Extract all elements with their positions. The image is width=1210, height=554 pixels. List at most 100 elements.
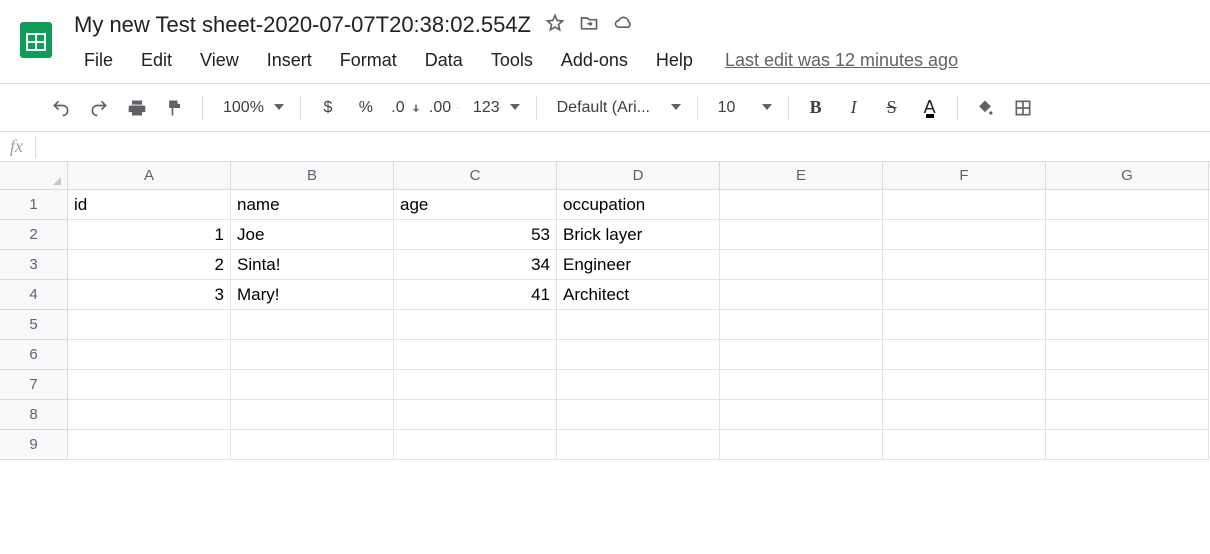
cell-A1[interactable]: id	[68, 190, 231, 220]
cell-E7[interactable]	[720, 370, 883, 400]
cell-F7[interactable]	[883, 370, 1046, 400]
row-header-7[interactable]: 7	[0, 370, 68, 400]
select-all-corner[interactable]	[0, 162, 68, 189]
cell-A6[interactable]	[68, 340, 231, 370]
cell-C6[interactable]	[394, 340, 557, 370]
formula-input[interactable]	[36, 132, 1210, 161]
cell-E9[interactable]	[720, 430, 883, 460]
percent-button[interactable]: %	[349, 91, 383, 125]
cell-D8[interactable]	[557, 400, 720, 430]
undo-button[interactable]	[44, 91, 78, 125]
cell-A2[interactable]: 1	[68, 220, 231, 250]
cell-B4[interactable]: Mary!	[231, 280, 394, 310]
cell-D3[interactable]: Engineer	[557, 250, 720, 280]
cell-C9[interactable]	[394, 430, 557, 460]
cell-E6[interactable]	[720, 340, 883, 370]
cell-C3[interactable]: 34	[394, 250, 557, 280]
cell-E5[interactable]	[720, 310, 883, 340]
last-edit-link[interactable]: Last edit was 12 minutes ago	[707, 50, 958, 71]
col-header-A[interactable]: A	[68, 162, 231, 189]
cell-B9[interactable]	[231, 430, 394, 460]
cell-G4[interactable]	[1046, 280, 1209, 310]
cell-G8[interactable]	[1046, 400, 1209, 430]
cell-B7[interactable]	[231, 370, 394, 400]
cell-B8[interactable]	[231, 400, 394, 430]
col-header-B[interactable]: B	[231, 162, 394, 189]
row-header-6[interactable]: 6	[0, 340, 68, 370]
font-dropdown[interactable]: Default (Ari...	[547, 91, 687, 125]
cell-D5[interactable]	[557, 310, 720, 340]
cell-B3[interactable]: Sinta!	[231, 250, 394, 280]
cell-B5[interactable]	[231, 310, 394, 340]
bold-button[interactable]: B	[799, 91, 833, 125]
cell-C2[interactable]: 53	[394, 220, 557, 250]
cell-E3[interactable]	[720, 250, 883, 280]
col-header-E[interactable]: E	[720, 162, 883, 189]
cell-D9[interactable]	[557, 430, 720, 460]
cell-B6[interactable]	[231, 340, 394, 370]
number-format-dropdown[interactable]: 123	[463, 91, 526, 125]
cell-E2[interactable]	[720, 220, 883, 250]
cell-F1[interactable]	[883, 190, 1046, 220]
menu-help[interactable]: Help	[642, 46, 707, 75]
text-color-button[interactable]: A	[913, 91, 947, 125]
cell-G7[interactable]	[1046, 370, 1209, 400]
cell-C4[interactable]: 41	[394, 280, 557, 310]
decrease-decimal-button[interactable]: .0	[387, 91, 421, 125]
row-header-4[interactable]: 4	[0, 280, 68, 310]
menu-file[interactable]: File	[70, 46, 127, 75]
cell-D6[interactable]	[557, 340, 720, 370]
cell-F8[interactable]	[883, 400, 1046, 430]
menu-edit[interactable]: Edit	[127, 46, 186, 75]
italic-button[interactable]: I	[837, 91, 871, 125]
currency-button[interactable]: $	[311, 91, 345, 125]
redo-button[interactable]	[82, 91, 116, 125]
cell-C1[interactable]: age	[394, 190, 557, 220]
cell-E1[interactable]	[720, 190, 883, 220]
col-header-F[interactable]: F	[883, 162, 1046, 189]
cell-E8[interactable]	[720, 400, 883, 430]
cell-C5[interactable]	[394, 310, 557, 340]
cell-A7[interactable]	[68, 370, 231, 400]
col-header-C[interactable]: C	[394, 162, 557, 189]
menu-insert[interactable]: Insert	[253, 46, 326, 75]
menu-tools[interactable]: Tools	[477, 46, 547, 75]
cell-G6[interactable]	[1046, 340, 1209, 370]
increase-decimal-button[interactable]: .00	[425, 91, 459, 125]
fill-color-button[interactable]	[968, 91, 1002, 125]
cell-A3[interactable]: 2	[68, 250, 231, 280]
move-icon[interactable]	[579, 13, 599, 38]
cell-F5[interactable]	[883, 310, 1046, 340]
document-title[interactable]: My new Test sheet-2020-07-07T20:38:02.55…	[70, 10, 535, 40]
cell-E4[interactable]	[720, 280, 883, 310]
zoom-dropdown[interactable]: 100%	[213, 91, 290, 125]
row-header-8[interactable]: 8	[0, 400, 68, 430]
cell-C8[interactable]	[394, 400, 557, 430]
cell-D1[interactable]: occupation	[557, 190, 720, 220]
row-header-5[interactable]: 5	[0, 310, 68, 340]
paint-format-button[interactable]	[158, 91, 192, 125]
cell-G9[interactable]	[1046, 430, 1209, 460]
star-icon[interactable]	[545, 13, 565, 38]
cell-B1[interactable]: name	[231, 190, 394, 220]
cell-F6[interactable]	[883, 340, 1046, 370]
col-header-G[interactable]: G	[1046, 162, 1209, 189]
row-header-9[interactable]: 9	[0, 430, 68, 460]
cell-G3[interactable]	[1046, 250, 1209, 280]
cell-C7[interactable]	[394, 370, 557, 400]
cell-A5[interactable]	[68, 310, 231, 340]
cell-D2[interactable]: Brick layer	[557, 220, 720, 250]
cell-F3[interactable]	[883, 250, 1046, 280]
menu-view[interactable]: View	[186, 46, 253, 75]
row-header-1[interactable]: 1	[0, 190, 68, 220]
sheets-logo[interactable]	[8, 12, 64, 68]
cell-F2[interactable]	[883, 220, 1046, 250]
col-header-D[interactable]: D	[557, 162, 720, 189]
cloud-status-icon[interactable]	[613, 13, 633, 38]
cell-A8[interactable]	[68, 400, 231, 430]
cell-F9[interactable]	[883, 430, 1046, 460]
cell-B2[interactable]: Joe	[231, 220, 394, 250]
cell-D7[interactable]	[557, 370, 720, 400]
cell-G1[interactable]	[1046, 190, 1209, 220]
borders-button[interactable]	[1006, 91, 1040, 125]
